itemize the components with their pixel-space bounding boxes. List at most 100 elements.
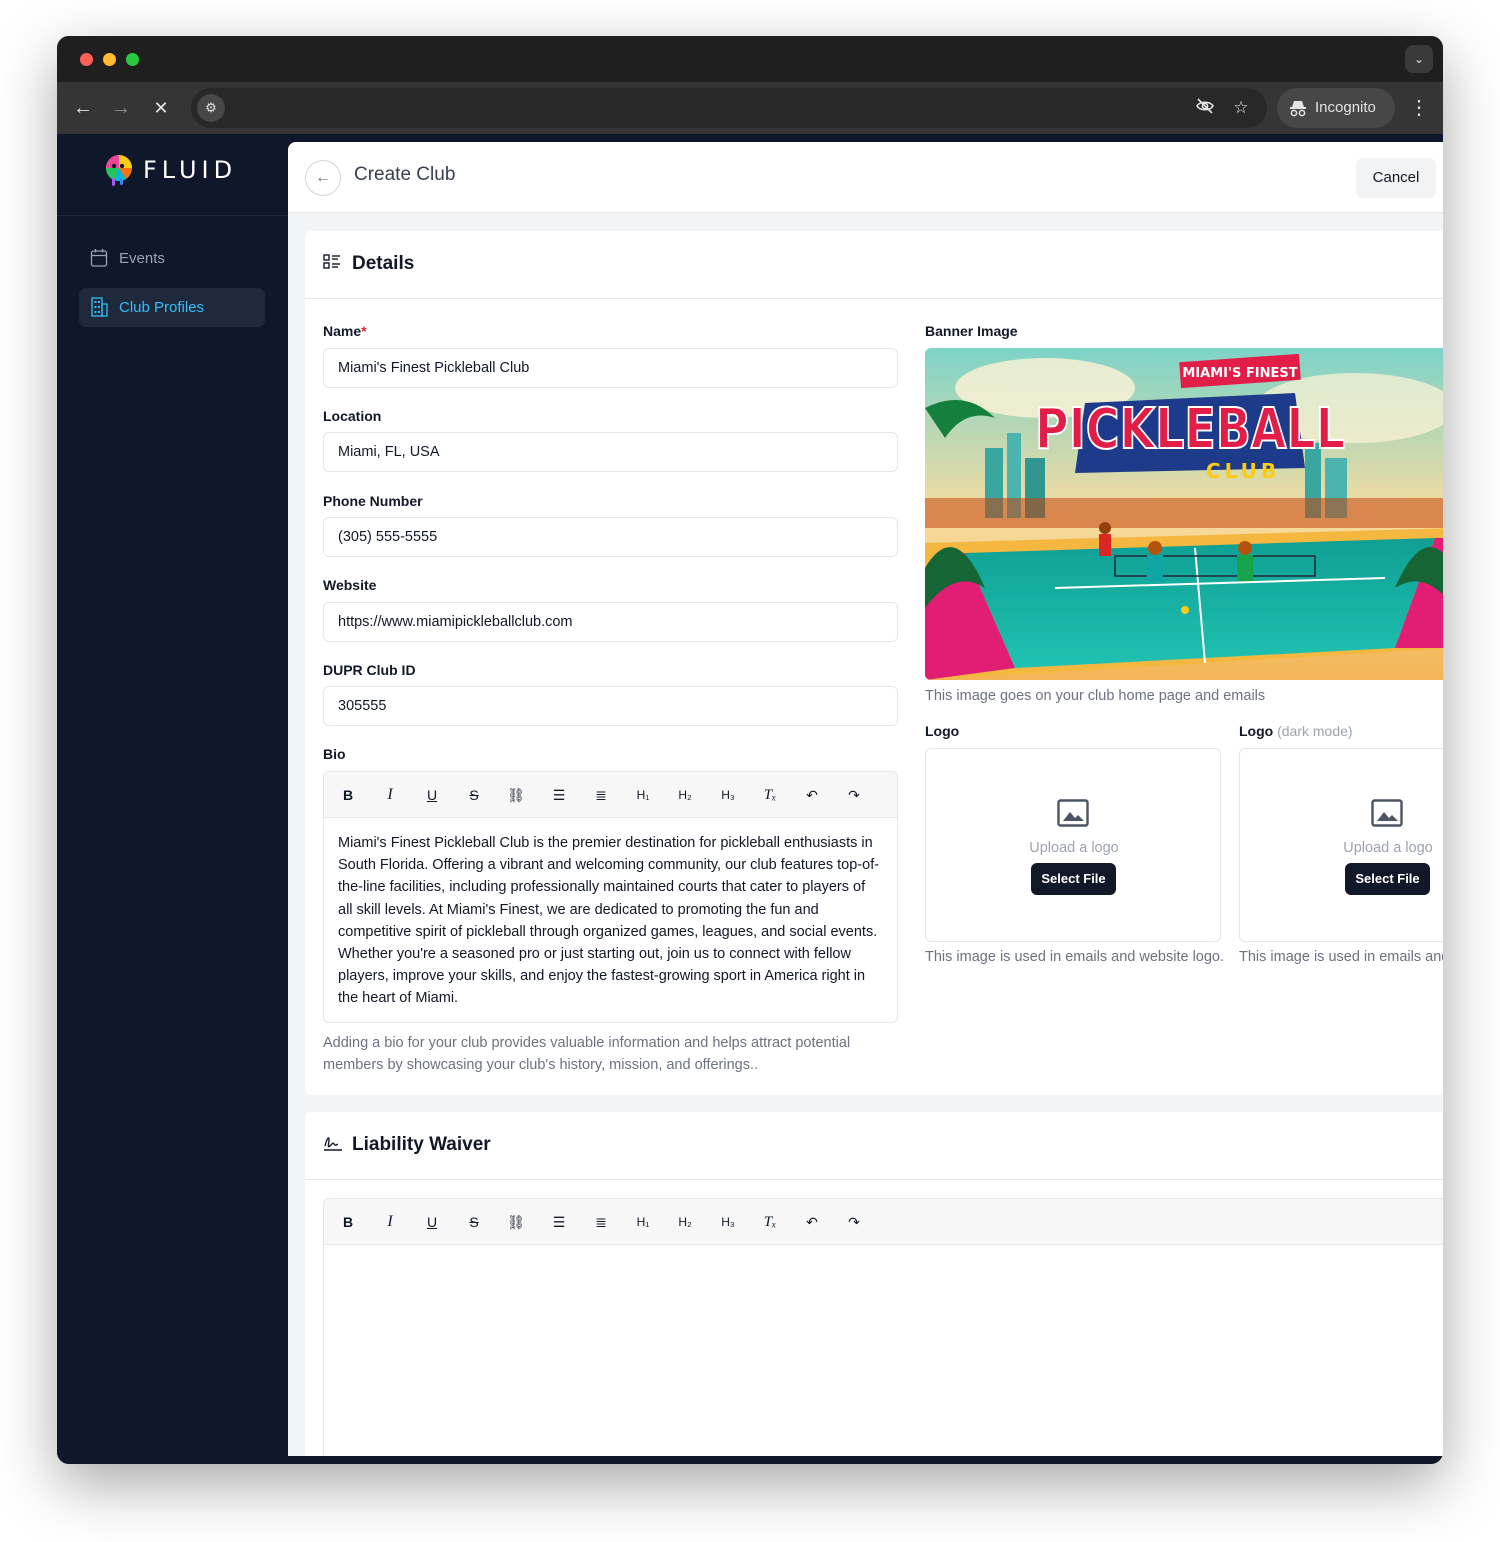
numbered-list-icon[interactable]: ≣ <box>588 1210 614 1234</box>
undo-icon[interactable]: ↶ <box>799 1210 825 1234</box>
clear-format-icon[interactable]: Tₓ <box>757 1210 783 1234</box>
clear-format-icon[interactable]: Tₓ <box>757 783 783 807</box>
address-bar[interactable]: ⚙ ☆ <box>191 88 1267 128</box>
brand-name: FLUID <box>143 156 238 184</box>
bio-editor-toolbar: B I U S ⛓ ☰ ≣ H₁ H₂ H₃ Tₓ ↶ ↷ <box>324 772 897 818</box>
bold-icon[interactable]: B <box>335 1210 361 1234</box>
close-window-button[interactable] <box>80 53 93 66</box>
upload-logo-text: Upload a logo <box>1029 840 1119 856</box>
phone-input[interactable] <box>323 517 898 557</box>
brand: FLUID <box>57 134 288 216</box>
page-title: Create Club <box>354 164 456 185</box>
bullet-list-icon[interactable]: ☰ <box>546 1210 572 1234</box>
logo-label: Logo <box>925 723 960 739</box>
stop-loading-icon[interactable]: ✕ <box>147 94 175 122</box>
heading-1-icon[interactable]: H₁ <box>630 1210 656 1234</box>
sidebar-item-club-profiles[interactable]: Club Profiles <box>79 288 265 327</box>
page-header: ← Create Club Cancel <box>288 142 1443 213</box>
strikethrough-icon[interactable]: S <box>461 783 487 807</box>
forward-arrow-icon[interactable]: → <box>107 94 135 122</box>
waiver-editor: B I U S ⛓ ☰ ≣ H₁ H₂ H₃ Tₓ ↶ ↷ <box>323 1198 1443 1456</box>
phone-label: Phone Number <box>323 493 423 509</box>
minimize-window-button[interactable] <box>103 53 116 66</box>
bookmark-star-icon[interactable]: ☆ <box>1229 96 1253 120</box>
name-input[interactable] <box>323 348 898 388</box>
waiver-text-area[interactable] <box>324 1245 1443 1259</box>
sidebar-item-events[interactable]: Events <box>79 239 265 278</box>
details-card: Details Name* Location Phone Number Webs… <box>305 231 1443 1095</box>
liability-waiver-card: Liability Waiver B I U S ⛓ ☰ ≣ H₁ H₂ H₃ … <box>305 1112 1443 1456</box>
website-label: Website <box>323 577 377 593</box>
browser-toolbar: ← → ✕ ⚙ ☆ Incognito ⋮ <box>57 82 1443 134</box>
image-icon <box>1371 799 1403 827</box>
strikethrough-icon[interactable]: S <box>461 1210 487 1234</box>
link-icon[interactable]: ⛓ <box>503 1210 529 1234</box>
incognito-icon <box>1289 88 1307 144</box>
dupr-input[interactable] <box>323 686 898 726</box>
calendar-icon <box>89 239 109 293</box>
details-header: Details <box>305 231 1443 299</box>
logo-dark-label: Logo (dark mode) <box>1239 723 1353 739</box>
bio-help-text: Adding a bio for your club provides valu… <box>323 1035 851 1073</box>
waiver-editor-toolbar: B I U S ⛓ ☰ ≣ H₁ H₂ H₃ Tₓ ↶ ↷ <box>324 1199 1443 1245</box>
underline-icon[interactable]: U <box>419 1210 445 1234</box>
incognito-label: Incognito <box>1315 99 1376 116</box>
incognito-badge[interactable]: Incognito <box>1277 88 1395 128</box>
waiver-title: Liability Waiver <box>352 1134 491 1155</box>
underline-icon[interactable]: U <box>419 783 445 807</box>
upload-logo-text: Upload a logo <box>1343 840 1433 856</box>
logo-upload-box[interactable]: Upload a logo Select File <box>925 748 1221 942</box>
main-content: ← Create Club Cancel Details Name* Locat… <box>288 142 1443 1456</box>
italic-icon[interactable]: I <box>377 1210 403 1234</box>
heading-3-icon[interactable]: H₃ <box>715 783 741 807</box>
banner-top-text: MIAMI'S FINEST <box>1182 366 1297 381</box>
building-icon <box>89 288 109 342</box>
bio-label: Bio <box>323 746 346 762</box>
sidebar-item-label: Club Profiles <box>119 299 205 316</box>
website-input[interactable] <box>323 602 898 642</box>
browser-window: ⌄ ← → ✕ ⚙ ☆ Incognito ⋮ FLUID Events Clu… <box>57 36 1443 1464</box>
logo-dark-help-text: This image is used in emails and <box>1239 949 1443 965</box>
banner-label: Banner Image <box>925 323 1018 339</box>
banner-main-text: PICKLEBALL <box>1035 397 1345 462</box>
sidebar-item-label: Events <box>119 250 165 267</box>
maximize-window-button[interactable] <box>126 53 139 66</box>
select-file-button[interactable]: Select File <box>1345 863 1430 895</box>
waiver-header: Liability Waiver <box>305 1112 1443 1180</box>
link-icon[interactable]: ⛓ <box>503 783 529 807</box>
name-label: Name* <box>323 323 367 339</box>
eye-off-icon[interactable] <box>1193 96 1217 120</box>
italic-icon[interactable]: I <box>377 783 403 807</box>
bold-icon[interactable]: B <box>335 783 361 807</box>
back-button[interactable]: ← <box>305 160 341 196</box>
banner-help-text: This image goes on your club home page a… <box>925 688 1266 704</box>
heading-2-icon[interactable]: H₂ <box>672 783 698 807</box>
bio-text[interactable]: Miami's Finest Pickleball Club is the pr… <box>324 818 897 1010</box>
logo-help-text: This image is used in emails and website… <box>925 949 1225 965</box>
undo-icon[interactable]: ↶ <box>799 783 825 807</box>
location-input[interactable] <box>323 432 898 472</box>
banner-image[interactable]: MIAMI'S FINEST PICKLEBALL CLUB <box>925 348 1443 680</box>
title-bar: ⌄ <box>57 36 1443 82</box>
fluid-logo-icon <box>106 155 132 186</box>
image-icon <box>1057 799 1089 827</box>
logo-dark-upload-box[interactable]: Upload a logo Select File <box>1239 748 1443 942</box>
list-details-icon <box>323 253 341 276</box>
bio-editor: B I U S ⛓ ☰ ≣ H₁ H₂ H₃ Tₓ ↶ ↷ Miami's Fi… <box>323 771 898 1023</box>
bullet-list-icon[interactable]: ☰ <box>546 783 572 807</box>
browser-menu-icon[interactable]: ⋮ <box>1409 94 1429 122</box>
dark-mode-suffix: (dark mode) <box>1277 723 1353 739</box>
heading-2-icon[interactable]: H₂ <box>672 1210 698 1234</box>
select-file-button[interactable]: Select File <box>1031 863 1116 895</box>
back-arrow-icon[interactable]: ← <box>69 94 97 122</box>
redo-icon[interactable]: ↷ <box>841 1210 867 1234</box>
tab-search-chevron-icon[interactable]: ⌄ <box>1405 45 1433 73</box>
numbered-list-icon[interactable]: ≣ <box>588 783 614 807</box>
cancel-button[interactable]: Cancel <box>1356 158 1436 198</box>
site-settings-icon[interactable]: ⚙ <box>197 94 225 122</box>
dupr-label: DUPR Club ID <box>323 662 416 678</box>
heading-1-icon[interactable]: H₁ <box>630 783 656 807</box>
banner-sub-text: CLUB <box>1206 459 1280 483</box>
heading-3-icon[interactable]: H₃ <box>715 1210 741 1234</box>
redo-icon[interactable]: ↷ <box>841 783 867 807</box>
